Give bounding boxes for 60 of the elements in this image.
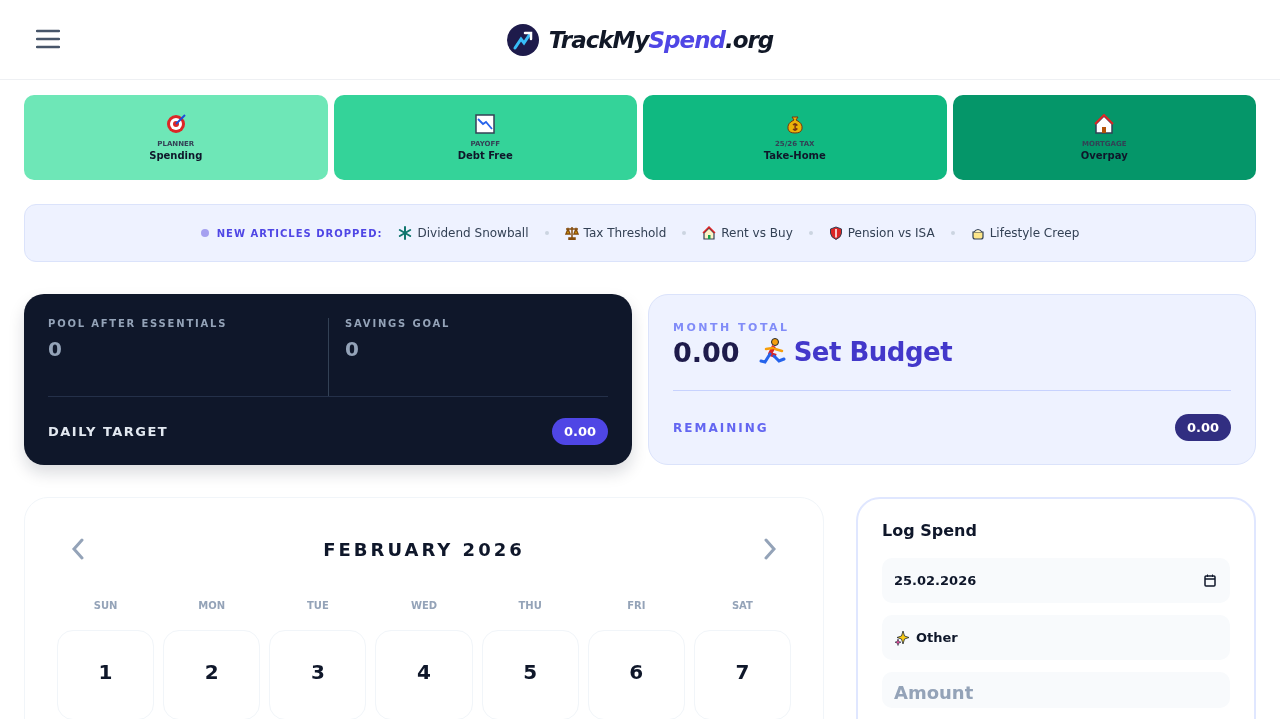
weekday-label: SAT xyxy=(730,600,754,611)
house-icon xyxy=(1094,114,1115,134)
remaining-label: REMAINING xyxy=(673,420,769,435)
article-link[interactable]: Tax Threshold xyxy=(564,226,667,240)
previous-month-button[interactable] xyxy=(71,538,85,560)
target-icon xyxy=(165,114,186,134)
weekday-label: MON xyxy=(197,600,227,611)
amount-field[interactable]: Amount xyxy=(882,672,1230,708)
weekday-label: FRI xyxy=(626,600,647,611)
stat-label: SAVINGS GOAL xyxy=(345,318,452,329)
sparkles-icon xyxy=(894,629,910,646)
bullet-icon xyxy=(200,229,209,237)
article-link[interactable]: Rent vs Buy xyxy=(702,226,793,240)
stat-label: POOL AFTER ESSENTIALS xyxy=(48,318,229,329)
menu-icon xyxy=(36,28,60,50)
site-logo[interactable]: TrackMySpend.org xyxy=(548,26,774,53)
month-total-value: 0.00 xyxy=(673,336,740,368)
calendar-day[interactable]: 6 xyxy=(587,630,685,719)
tool-label: Take-Home xyxy=(763,150,826,161)
chevron-left-icon xyxy=(71,538,85,560)
menu-button[interactable] xyxy=(36,28,60,50)
running-person-icon xyxy=(757,337,788,367)
calendar-day[interactable]: 7 xyxy=(693,630,791,719)
calendar-day[interactable]: 1 xyxy=(57,630,155,719)
month-title: FEBRUARY 2026 xyxy=(323,538,525,560)
daily-target-value: 0.00 xyxy=(551,417,608,445)
category-field[interactable]: Other xyxy=(882,615,1230,660)
calendar-day[interactable]: 3 xyxy=(269,630,367,719)
stat-value: 0 xyxy=(48,337,63,361)
weekday-label: SUN xyxy=(92,600,119,611)
house-icon xyxy=(702,226,717,240)
weekday-label: WED xyxy=(409,600,439,611)
calendar-day[interactable]: 4 xyxy=(375,630,473,719)
calendar-day[interactable]: 5 xyxy=(481,630,579,719)
log-spend-title: Log Spend xyxy=(882,521,978,540)
weekday-label: THU xyxy=(517,600,543,611)
tool-label: Debt Free xyxy=(457,150,513,161)
article-link[interactable]: Lifestyle Creep xyxy=(970,226,1080,240)
stat-value: 0 xyxy=(345,337,360,361)
tool-label: Overpay xyxy=(1080,150,1128,161)
date-field[interactable]: 25.02.2026 xyxy=(882,558,1230,603)
calendar-icon xyxy=(1204,574,1216,587)
money-bag-icon xyxy=(784,114,805,134)
next-month-button[interactable] xyxy=(763,538,777,560)
daily-target-label: DAILY TARGET xyxy=(48,423,169,439)
article-link[interactable]: Dividend Snowball xyxy=(398,226,529,240)
month-total-label: MONTH TOTAL xyxy=(673,321,791,334)
remaining-value: 0.00 xyxy=(1174,414,1231,441)
shield-icon xyxy=(828,226,843,240)
calendar-day[interactable]: 2 xyxy=(163,630,261,719)
scales-icon xyxy=(564,226,579,240)
articles-heading: NEW ARTICLES DROPPED: xyxy=(216,227,383,239)
snowflake-icon xyxy=(398,226,413,240)
weekday-label: TUE xyxy=(305,600,330,611)
tool-label: Spending xyxy=(149,150,203,161)
article-link[interactable]: Pension vs ISA xyxy=(828,226,935,240)
set-budget-link[interactable]: Set Budget xyxy=(757,337,953,367)
falling-chart-icon xyxy=(475,114,496,134)
chevron-right-icon xyxy=(763,538,777,560)
pot-icon xyxy=(970,226,985,240)
